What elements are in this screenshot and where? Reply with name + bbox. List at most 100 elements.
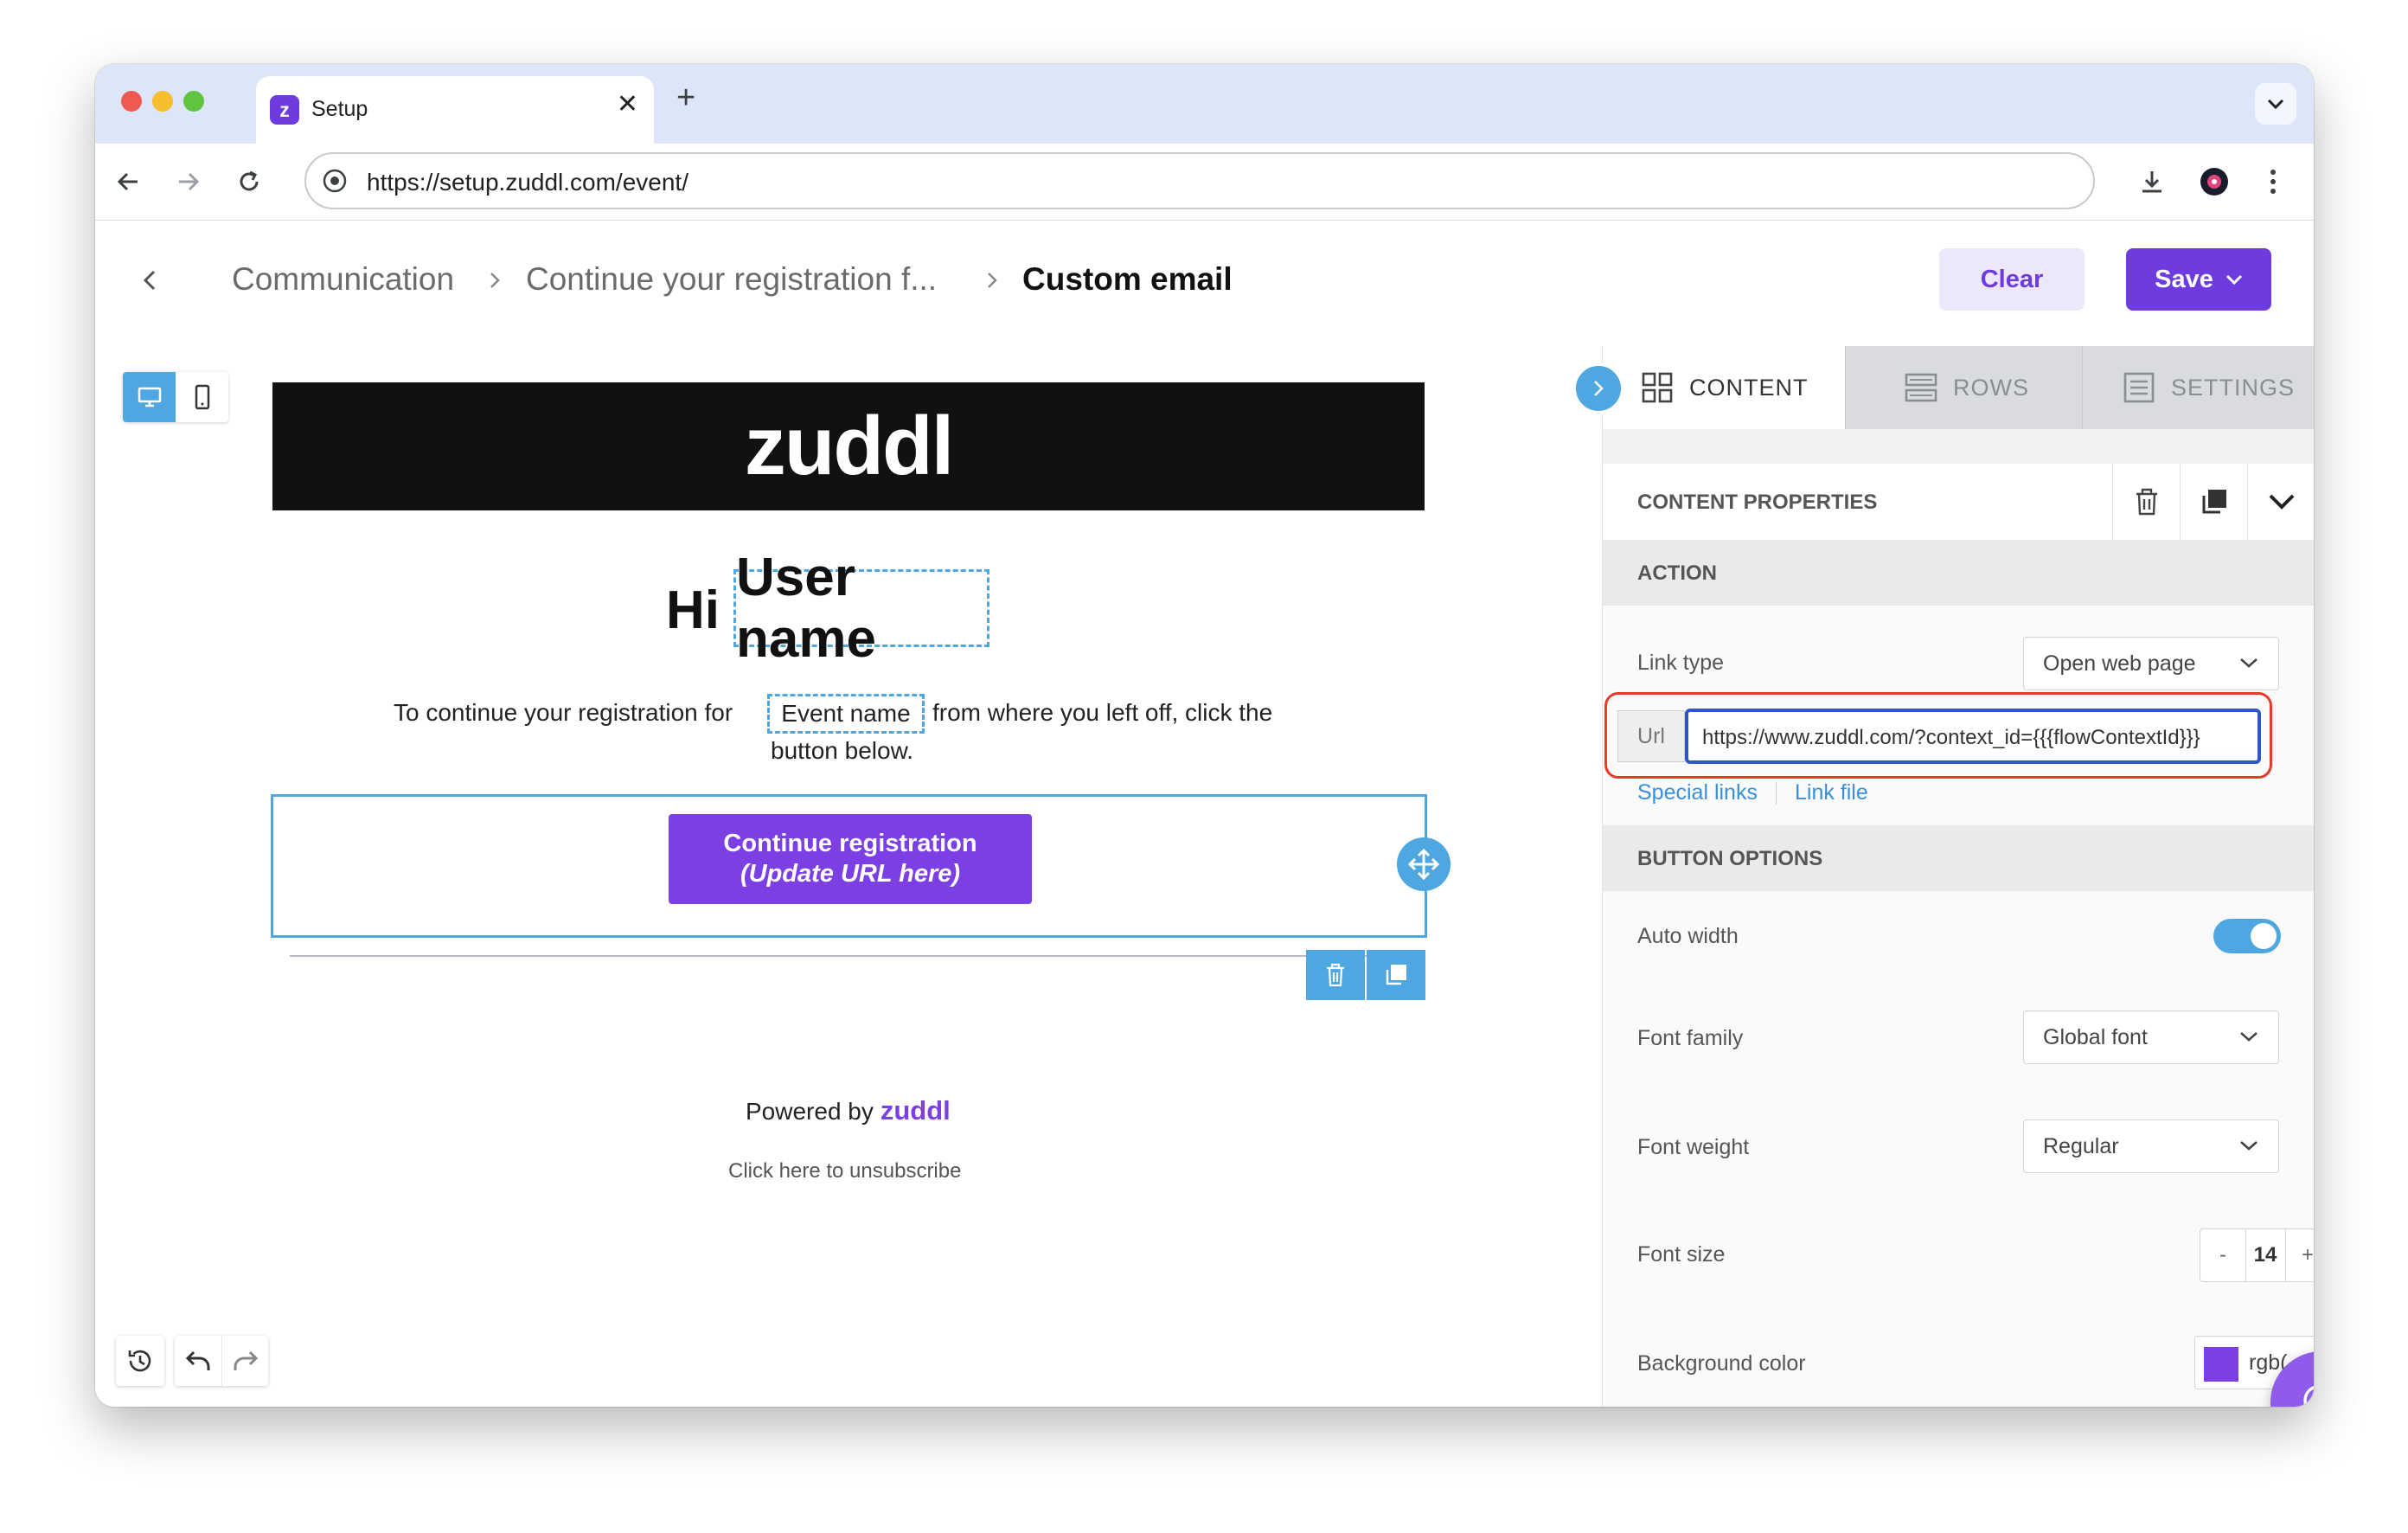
content-grid-icon [1642,372,1673,403]
link-type-label: Link type [1637,651,1725,675]
tab-content[interactable]: CONTENT [1603,346,1845,429]
button-options-section-header[interactable]: BUTTON OPTIONS [1603,825,2314,891]
url-input[interactable]: https://www.zuddl.com/?context_id={{{flo… [1685,709,2261,764]
panel-gap [1603,429,2314,464]
reload-button[interactable] [230,163,268,201]
font-family-value: Global font [2043,1025,2148,1049]
breadcrumb-communication[interactable]: Communication [232,261,454,298]
continue-registration-button[interactable]: Continue registration (Update URL here) [669,814,1032,904]
move-arrows-icon [1407,848,1440,881]
unsubscribe-link[interactable]: Click here to unsubscribe [728,1159,961,1183]
back-button[interactable] [109,163,147,201]
site-info-icon[interactable] [322,168,348,194]
email-header-block[interactable]: zuddl [272,382,1425,510]
powered-by-logo: zuddl [880,1095,951,1126]
duplicate-block-button[interactable] [1367,950,1425,1000]
button-options-title: BUTTON OPTIONS [1637,847,1823,870]
background-color-swatch[interactable] [2204,1347,2238,1382]
app-header: Communication Continue your registration… [95,221,2314,346]
address-bar[interactable]: https://setup.zuddl.com/event/ [304,152,2095,209]
mobile-view-button[interactable] [176,372,228,422]
page-title: Custom email [1022,261,1233,297]
chevron-down-icon [2240,1032,2258,1042]
history-button[interactable] [116,1336,164,1386]
breadcrumb-flow[interactable]: Continue your registration f... [526,261,937,298]
font-size-increase-button[interactable]: + [2285,1229,2314,1281]
close-window-button[interactable] [121,91,142,112]
chevron-down-icon [2267,99,2284,110]
user-name-merge-tag[interactable]: User name [733,548,989,669]
tab-settings-label: SETTINGS [2171,374,2296,401]
undo-button[interactable] [175,1336,221,1386]
kebab-menu-icon [2270,170,2276,194]
block-actions [1306,950,1427,1000]
move-block-handle[interactable] [1397,837,1451,891]
powered-by-text: Powered by [746,1098,874,1125]
desktop-view-button[interactable] [123,372,176,422]
background-color-row: Background color rgb( [1603,1310,2314,1407]
avatar [2200,168,2228,196]
auto-width-toggle[interactable] [2213,919,2281,953]
chevron-down-icon [2225,274,2242,285]
clear-button[interactable]: Clear [1939,248,2085,311]
button-text-line2: (Update URL here) [740,860,961,888]
settings-doc-icon [2123,372,2155,403]
greeting-prefix[interactable]: Hi [666,580,720,641]
tab-settings[interactable]: SETTINGS [2082,346,2314,429]
toggle-knob [2251,923,2277,949]
font-weight-value: Regular [2043,1134,2119,1158]
link-separator [1776,782,1777,805]
font-size-decrease-button[interactable]: - [2200,1229,2246,1281]
history-icon [128,1350,151,1372]
divider-block[interactable] [290,955,1407,957]
link-file-link[interactable]: Link file [1795,780,1868,805]
back-nav-button[interactable] [140,267,159,298]
event-name-merge-tag[interactable]: Event name [767,694,925,734]
arrow-left-icon [117,172,138,191]
downloads-button[interactable] [2133,163,2171,201]
minimize-window-button[interactable] [152,91,173,112]
content-properties-title: CONTENT PROPERTIES [1637,491,1878,514]
body-text-start[interactable]: To continue your registration for [394,699,733,727]
url-prefix-label: Url [1617,710,1685,762]
special-links-link[interactable]: Special links [1637,780,1758,805]
body-text-line2[interactable]: button below. [771,737,913,765]
tab-search-button[interactable] [2255,83,2296,125]
browser-tab[interactable]: z Setup ✕ [256,76,654,144]
button-text-line1: Continue registration [723,830,977,857]
powered-by: Powered by zuddl [746,1095,951,1126]
zoom-window-button[interactable] [183,91,204,112]
delete-content-button[interactable] [2112,464,2181,540]
profile-button[interactable] [2195,163,2233,201]
browser-menu-button[interactable] [2254,163,2292,201]
url-text[interactable]: https://setup.zuddl.com/event/ [367,169,688,196]
font-size-row: Font size - 14 + [1603,1201,2314,1311]
mobile-icon [195,384,209,410]
font-family-label: Font family [1637,1026,1744,1050]
close-tab-icon[interactable]: ✕ [617,92,638,118]
font-weight-select[interactable]: Regular [2023,1119,2279,1173]
trash-icon [1327,963,1344,987]
chevron-right-icon [988,273,997,288]
rows-icon [1905,373,1937,402]
tab-rows-label: ROWS [1953,374,2029,401]
new-tab-icon[interactable]: + [676,81,695,114]
selected-button-block[interactable]: Continue registration (Update URL here) [271,794,1427,938]
action-section-header[interactable]: ACTION [1603,540,2314,606]
save-button[interactable]: Save [2126,248,2271,311]
duplicate-icon [1386,965,1406,985]
body-text-end[interactable]: from where you left off, click the [932,699,1272,727]
duplicate-content-button[interactable] [2180,464,2248,540]
browser-toolbar: https://setup.zuddl.com/event/ [95,144,2314,221]
collapse-panel-button[interactable] [1573,363,1623,414]
tab-rows[interactable]: ROWS [1845,346,2082,429]
font-family-select[interactable]: Global font [2023,1010,2279,1064]
forward-button[interactable] [170,163,208,201]
collapse-properties-button[interactable] [2247,464,2314,540]
delete-block-button[interactable] [1306,950,1365,1000]
font-size-value[interactable]: 14 [2245,1229,2285,1281]
auto-width-row: Auto width [1603,891,2314,984]
redo-button[interactable] [221,1336,268,1386]
link-type-select[interactable]: Open web page [2023,637,2279,690]
trash-icon [2136,488,2157,516]
